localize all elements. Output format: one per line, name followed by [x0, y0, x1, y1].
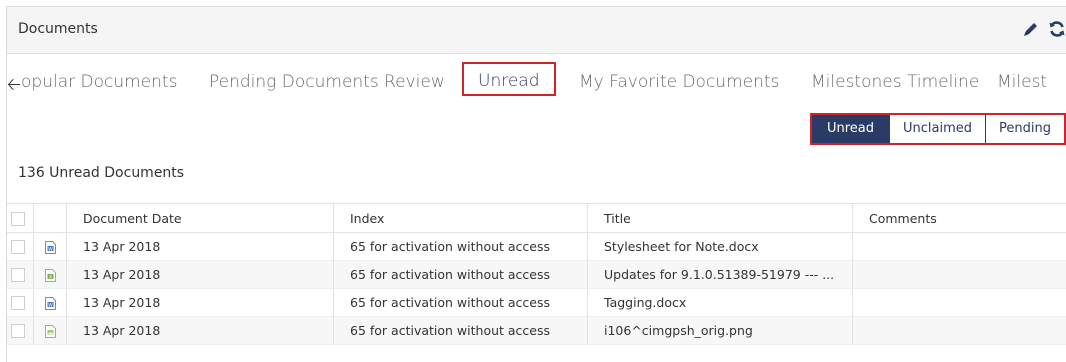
row-comments [852, 232, 1066, 261]
table-row[interactable]: W 13 Apr 2018 65 for activation without … [7, 232, 1066, 261]
row-checkbox[interactable] [11, 296, 25, 311]
row-index: 65 for activation without access [333, 316, 588, 345]
column-header-comments[interactable]: Comments [852, 203, 1066, 233]
column-header-document-date[interactable]: Document Date [66, 203, 334, 233]
refresh-icon[interactable] [1047, 19, 1066, 39]
row-date: 13 Apr 2018 [66, 260, 334, 289]
row-type-cell [33, 316, 67, 345]
pencil-icon[interactable] [1021, 19, 1041, 39]
word-doc-icon: W [44, 241, 56, 254]
row-type-cell: X [33, 260, 67, 289]
row-comments [852, 260, 1066, 289]
svg-text:W: W [48, 246, 53, 252]
row-date: 13 Apr 2018 [66, 288, 334, 317]
filter-unclaimed-button[interactable]: Unclaimed [890, 115, 986, 143]
panel-title: Documents [18, 21, 98, 37]
unread-count-label: 136 Unread Documents [18, 165, 185, 181]
row-title[interactable]: Updates for 9.1.0.51389-51979 --- ... [587, 260, 853, 289]
table-row[interactable]: W 13 Apr 2018 65 for activation without … [7, 288, 1066, 317]
filter-pending-button[interactable]: Pending [986, 115, 1064, 143]
row-check-cell [7, 260, 34, 289]
select-all-checkbox[interactable] [11, 211, 25, 226]
column-header-title[interactable]: Title [587, 203, 853, 233]
table-row[interactable]: X 13 Apr 2018 65 for activation without … [7, 260, 1066, 289]
tab-popular-documents[interactable]: opular Documents [21, 72, 177, 92]
tab-my-favorite-documents[interactable]: My Favorite Documents [579, 72, 779, 92]
word-doc-icon: W [44, 297, 56, 310]
row-check-cell [7, 232, 34, 261]
tab-milestones-timeline[interactable]: Milestones Timeline [811, 72, 979, 92]
row-check-cell [7, 288, 34, 317]
svg-text:X: X [48, 274, 51, 280]
row-checkbox[interactable] [11, 268, 25, 283]
row-date: 13 Apr 2018 [66, 232, 334, 261]
image-doc-icon [44, 325, 56, 338]
row-comments [852, 288, 1066, 317]
filter-unread-button[interactable]: Unread [812, 115, 890, 143]
row-check-cell [7, 316, 34, 345]
tab-unread[interactable]: Unread [462, 62, 556, 96]
scroll-left-arrow-icon[interactable]: 🡠 [7, 72, 21, 101]
row-title[interactable]: Tagging.docx [587, 288, 853, 317]
column-header-index[interactable]: Index [333, 203, 588, 233]
row-title[interactable]: i106^cimgpsh_orig.png [587, 316, 853, 345]
status-filter-group: Unread Unclaimed Pending [810, 113, 1066, 145]
table-header-row: Document Date Index Title Comments [7, 203, 1066, 233]
panel-header: Documents [7, 7, 1066, 54]
tab-bar: 🡠 opular Documents Pending Documents Rev… [7, 54, 1066, 110]
row-type-cell: W [33, 232, 67, 261]
row-type-cell: W [33, 288, 67, 317]
row-index: 65 for activation without access [333, 260, 588, 289]
tab-milestones-more[interactable]: Milest [997, 72, 1047, 92]
row-date: 13 Apr 2018 [66, 316, 334, 345]
type-column-header [33, 203, 67, 233]
row-title[interactable]: Stylesheet for Note.docx [587, 232, 853, 261]
excel-doc-icon: X [44, 269, 56, 282]
select-all-cell [7, 203, 34, 233]
row-comments [852, 316, 1066, 345]
table-row[interactable]: 13 Apr 2018 65 for activation without ac… [7, 316, 1066, 345]
row-checkbox[interactable] [11, 240, 25, 255]
documents-table: Document Date Index Title Comments W 13 … [7, 203, 1066, 345]
tab-pending-documents-review[interactable]: Pending Documents Review [209, 72, 445, 92]
row-index: 65 for activation without access [333, 232, 588, 261]
svg-text:W: W [48, 302, 53, 308]
row-checkbox[interactable] [11, 324, 25, 339]
row-index: 65 for activation without access [333, 288, 588, 317]
